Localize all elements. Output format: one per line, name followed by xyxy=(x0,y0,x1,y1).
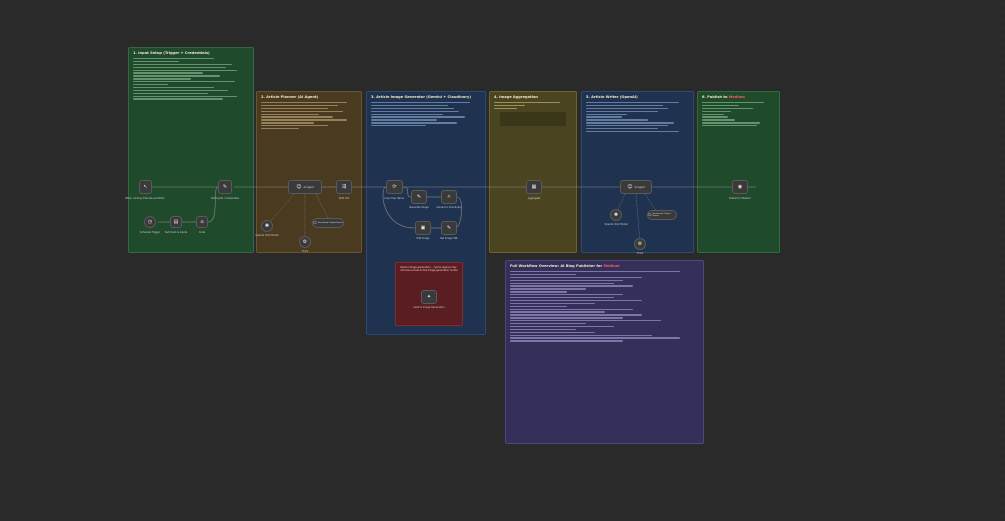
think-node[interactable]: ⚙ xyxy=(299,236,311,248)
openai-icon: ✺ xyxy=(264,222,270,229)
pencil-icon: ✎ xyxy=(416,193,422,200)
set-creds-node[interactable]: ✎ xyxy=(218,180,232,194)
loop-items-node[interactable]: ⟳ xyxy=(386,180,403,194)
structured-parser-label: Structured Output Parser xyxy=(317,222,343,224)
set-inputs-node[interactable]: ▤ xyxy=(170,216,182,228)
openai-chat-label: OpenAI Chat Model xyxy=(255,234,279,237)
split-out-node[interactable]: ⇶ xyxy=(336,180,352,194)
output-parser-node[interactable]: ⎔ Structured Output Parser xyxy=(647,210,677,220)
gear-icon: ⚙ xyxy=(302,238,308,245)
split-icon: ⇶ xyxy=(341,183,347,190)
ai-agent-label: AI Agent xyxy=(303,185,314,189)
parser-icon: ⎔ xyxy=(648,212,652,217)
think2-label: Think xyxy=(636,252,644,255)
manual-trigger-node[interactable]: ↖ xyxy=(139,180,152,194)
gemini-image-node[interactable]: ✦ xyxy=(421,290,437,304)
ai-agent-node[interactable]: ☺ AI Agent xyxy=(288,180,322,194)
connections xyxy=(152,186,756,242)
loop-icon: ⟳ xyxy=(392,183,397,190)
loop-items-label: Loop Over Items xyxy=(384,197,404,200)
schedule-trigger-label: Schedule Trigger xyxy=(140,231,160,234)
gear-icon: ⚙ xyxy=(637,240,643,247)
think2-node[interactable]: ⚙ xyxy=(634,238,646,250)
output-parser-label: Structured Output Parser xyxy=(652,213,671,217)
code-icon: ⌂ xyxy=(200,218,204,225)
structured-parser-node[interactable]: ⎔ Structured Output Parser xyxy=(312,218,344,228)
set-inputs-label: Set Creds & Inputs xyxy=(164,231,188,234)
cursor-icon: ↖ xyxy=(143,183,148,190)
think-label: Think xyxy=(301,250,309,253)
article-agent-node[interactable]: ☺ AI Agent xyxy=(620,180,652,194)
robot-icon: ☺ xyxy=(627,183,633,190)
pencil-icon: ✎ xyxy=(222,183,228,190)
upload-icon: ✧ xyxy=(446,193,452,200)
generate-image-label: Generate Image xyxy=(409,206,429,209)
workflow-canvas[interactable]: 1. Input Setup (Trigger + Credentials) 2… xyxy=(0,0,1005,521)
parser-icon: ⎔ xyxy=(313,220,317,225)
article-agent-label: AI Agent xyxy=(634,185,645,189)
gemini-icon: ✦ xyxy=(426,293,432,300)
publish-medium-label: Publish to Medium xyxy=(729,197,751,200)
openai-chat-node[interactable]: ✺ xyxy=(261,220,273,232)
openai-model-node[interactable]: ✺ xyxy=(610,209,622,221)
edit-image-label: Edit Image xyxy=(416,237,430,240)
schedule-trigger-node[interactable]: ◷ xyxy=(144,216,156,228)
publish-medium-node[interactable]: ◉ xyxy=(732,180,748,194)
set-creds-label: Set Inputs / Credentials xyxy=(211,197,239,200)
set-url-label: Set Image URL xyxy=(440,237,458,240)
robot-icon: ☺ xyxy=(296,183,302,190)
manual-trigger-label: When clicking 'Execute workflow' xyxy=(125,197,165,200)
gemini-image-label: Gemini Image Generation xyxy=(413,306,445,309)
code-label: Code xyxy=(198,231,206,234)
clock-icon: ◷ xyxy=(147,218,153,225)
upload-image-node[interactable]: ✧ xyxy=(441,190,457,204)
set-url-node[interactable]: ✎ xyxy=(441,221,457,235)
doc-icon: ▤ xyxy=(173,218,179,225)
pencil-icon: ✎ xyxy=(446,224,452,231)
split-out-label: Split Out xyxy=(338,197,350,200)
image-icon: ▣ xyxy=(420,224,426,231)
edit-image-node[interactable]: ▣ xyxy=(415,221,431,235)
aggregate-label: Aggregate xyxy=(527,197,541,200)
aggregate-node[interactable]: ▦ xyxy=(526,180,542,194)
upload-image-label: Upload to Cloudinary xyxy=(436,206,462,209)
medium-icon: ◉ xyxy=(737,183,743,190)
aggregate-icon: ▦ xyxy=(531,183,537,190)
code-node[interactable]: ⌂ xyxy=(196,216,208,228)
openai-model-label: OpenAI Chat Model xyxy=(604,223,628,226)
generate-image-node[interactable]: ✎ xyxy=(411,190,427,204)
openai-icon: ✺ xyxy=(613,211,619,218)
